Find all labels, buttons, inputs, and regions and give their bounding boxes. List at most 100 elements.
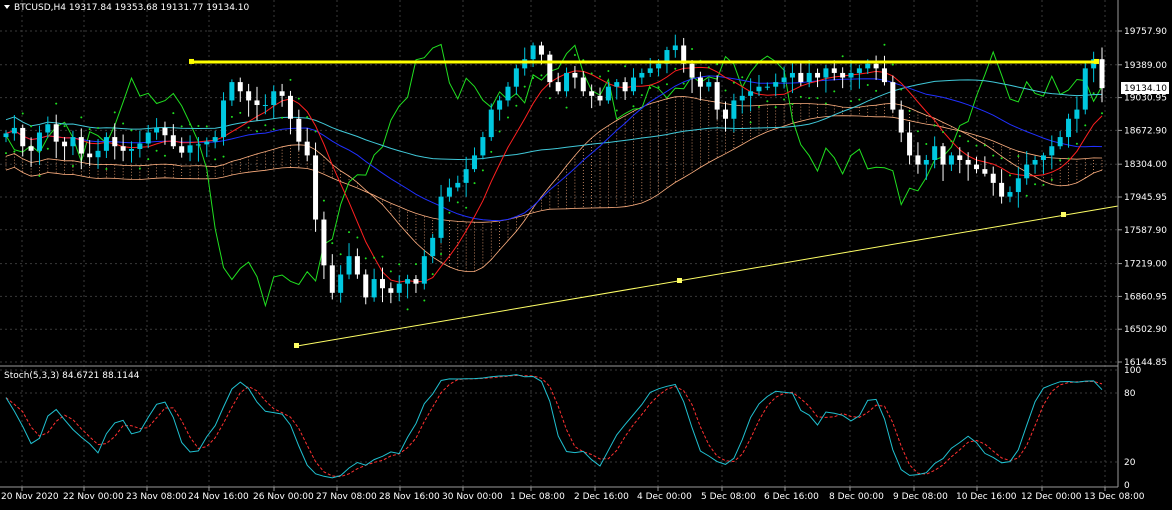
- candle-bear: [413, 279, 419, 284]
- candle-bull: [95, 150, 101, 158]
- candle-bull: [1007, 192, 1013, 197]
- candle-bull: [497, 100, 503, 110]
- candle-bull: [137, 143, 143, 149]
- candle-bull: [396, 283, 402, 293]
- candle-bear: [881, 68, 887, 83]
- sar-dot: [632, 105, 635, 108]
- candle-bull: [823, 68, 829, 78]
- candle-bull: [204, 141, 210, 145]
- sar-dot: [1034, 183, 1037, 186]
- sar-dot: [130, 129, 133, 132]
- candle-bull: [672, 45, 678, 51]
- candle-bear: [990, 173, 996, 183]
- chart-background: [0, 0, 1172, 506]
- price-tick-label: 19389.00: [1124, 61, 1167, 71]
- sar-dot: [180, 125, 183, 128]
- sar-dot: [908, 109, 911, 112]
- candle-bull: [739, 95, 745, 101]
- candle-bear: [999, 182, 1005, 197]
- price-tick-label: 16502.90: [1124, 325, 1167, 335]
- sar-dot: [916, 130, 919, 133]
- candle-bull: [195, 144, 201, 146]
- time-tick-label: 13 Dec 08:00: [1084, 492, 1145, 502]
- candle-bear: [237, 82, 243, 92]
- candle-bear: [547, 54, 553, 83]
- time-tick-label: 8 Dec 00:00: [829, 492, 884, 502]
- candle-bull: [128, 148, 134, 151]
- time-tick-label: 20 Nov 2020: [1, 492, 59, 502]
- sar-dot: [297, 97, 300, 100]
- candle-bear: [313, 155, 319, 220]
- sar-dot: [88, 128, 91, 131]
- sar-dot: [724, 89, 727, 92]
- candle-bull: [865, 63, 871, 69]
- resistance-anchor[interactable]: [1094, 58, 1099, 64]
- sar-dot: [716, 63, 719, 66]
- sar-dot: [1101, 112, 1103, 115]
- price-tick-label: 17587.90: [1124, 226, 1167, 236]
- candle-bull: [856, 68, 862, 73]
- resistance-anchor[interactable]: [189, 58, 194, 64]
- sar-dot: [925, 142, 928, 145]
- sar-dot: [816, 97, 819, 100]
- candle-bear: [329, 265, 335, 293]
- price-tick-label: 17219.00: [1124, 260, 1167, 270]
- candle-bear: [388, 288, 394, 293]
- sar-dot: [1042, 183, 1045, 186]
- candle-bull: [1015, 178, 1021, 193]
- sar-dot: [766, 100, 769, 103]
- sar-dot: [900, 88, 903, 91]
- candle-bear: [179, 146, 185, 153]
- candle-bull: [706, 82, 712, 87]
- trendline-anchor[interactable]: [677, 278, 682, 283]
- sar-dot: [975, 144, 978, 147]
- sar-dot: [122, 122, 125, 125]
- sar-dot: [322, 199, 325, 202]
- stoch-level-label: 80: [1124, 389, 1136, 399]
- sar-dot: [615, 109, 618, 112]
- sar-dot: [523, 85, 526, 88]
- sar-dot: [205, 125, 208, 128]
- price-tick-label: 19757.90: [1124, 27, 1167, 37]
- candle-bull: [656, 63, 662, 69]
- sar-dot: [824, 102, 827, 105]
- candle-bear: [873, 63, 879, 69]
- trendline-anchor[interactable]: [294, 343, 299, 348]
- sar-dot: [858, 98, 861, 101]
- sar-dot: [306, 116, 309, 119]
- candle-bull: [781, 77, 787, 83]
- sar-dot: [992, 154, 995, 157]
- candle-bear: [538, 45, 544, 55]
- sar-dot: [707, 66, 710, 69]
- candle-bull: [45, 124, 51, 133]
- candle-bear: [78, 137, 84, 154]
- sar-dot: [674, 67, 677, 70]
- candle-bull: [421, 256, 427, 284]
- time-tick-label: 12 Dec 00:00: [1021, 492, 1082, 502]
- candle-bear: [304, 141, 310, 156]
- candle-bull: [564, 72, 570, 92]
- trading-chart[interactable]: 19757.90 19389.00 19030.95 18672.90 18304.00…: [0, 0, 1172, 506]
- sar-dot: [490, 150, 493, 153]
- sar-dot: [481, 169, 484, 172]
- candle-bear: [354, 256, 360, 275]
- sar-dot: [741, 76, 744, 79]
- candle-bull: [221, 100, 227, 138]
- sar-dot: [1025, 194, 1028, 197]
- candle-bear: [957, 155, 963, 160]
- candle-bull: [446, 187, 452, 197]
- sar-dot: [942, 130, 945, 133]
- candle-bear: [697, 77, 703, 87]
- trendline-anchor[interactable]: [1061, 212, 1066, 217]
- candle-bull: [647, 68, 653, 73]
- sar-dot: [398, 263, 401, 266]
- candle-bear: [379, 279, 385, 289]
- sar-dot: [155, 149, 158, 152]
- stoch-zero-label: 0: [1124, 481, 1130, 491]
- candle-bull: [773, 82, 779, 87]
- candle-bull: [430, 237, 436, 257]
- candle-bear: [940, 146, 946, 165]
- sar-dot: [967, 140, 970, 143]
- sar-dot: [80, 116, 83, 119]
- sar-dot: [239, 111, 242, 114]
